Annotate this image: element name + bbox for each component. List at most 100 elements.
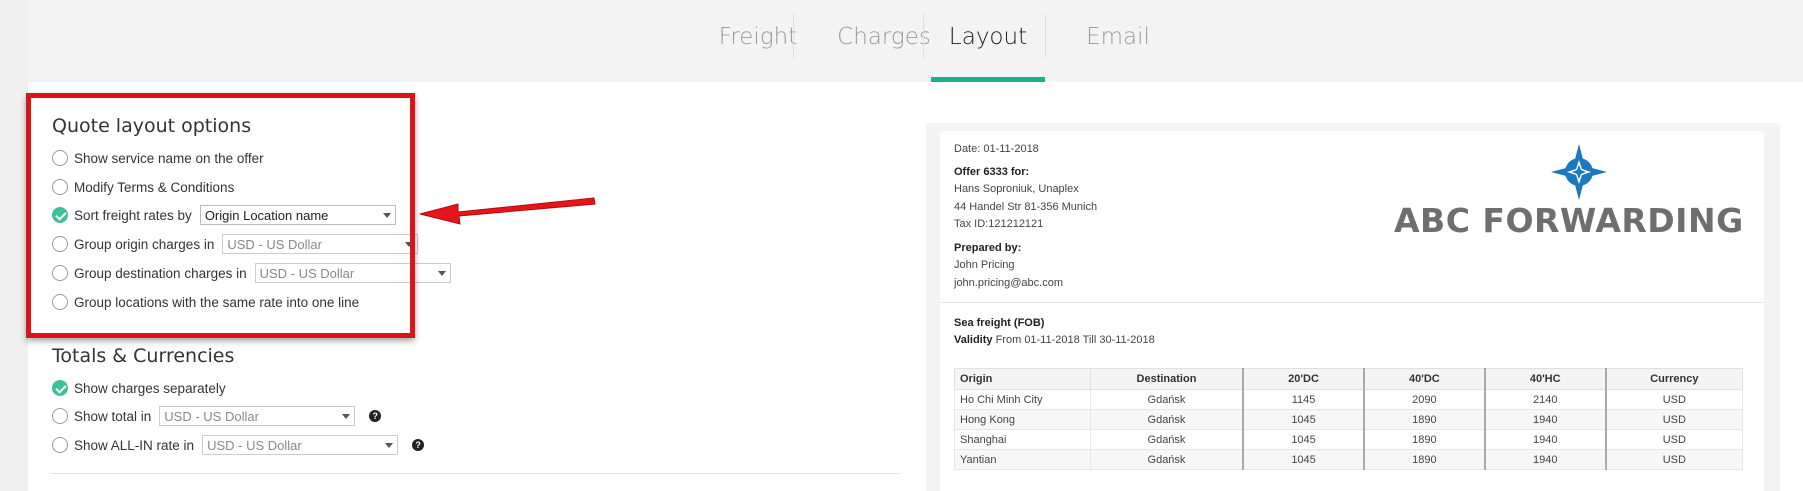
option-label: Show service name on the offer <box>74 150 264 166</box>
tab-divider <box>1045 14 1046 58</box>
freight-heading: Sea freight (FOB) <box>954 317 1045 329</box>
chevron-down-icon <box>437 270 446 276</box>
option-sort-freight-rates[interactable]: Sort freight rates by Origin Location na… <box>52 204 396 226</box>
tab-divider <box>793 14 794 58</box>
table-cell: 2090 <box>1362 389 1486 410</box>
help-icon[interactable]: ? <box>369 410 382 422</box>
table-cell: 1940 <box>1483 449 1607 470</box>
table-cell: USD <box>1605 429 1743 450</box>
destination-currency-select[interactable]: USD - US Dollar <box>254 263 451 283</box>
prepared-heading: Prepared by: <box>954 242 1022 254</box>
prepared-name: John Pricing <box>954 259 1015 271</box>
table-cell: 1940 <box>1483 429 1607 450</box>
radio-icon[interactable] <box>52 150 68 166</box>
validity-label: Validity <box>954 334 993 346</box>
compass-logo-icon <box>1551 144 1607 200</box>
table-cell: Shanghai <box>954 429 1091 450</box>
table-row: Ho Chi Minh City Gdańsk 1145 2090 2140 U… <box>954 389 1743 410</box>
option-show-service-name[interactable]: Show service name on the offer <box>52 147 264 169</box>
table-header-row: Origin Destination 20'DC 40'DC 40'HC Cur… <box>954 368 1743 390</box>
checked-radio-icon[interactable] <box>52 380 68 396</box>
all-in-currency-select[interactable]: USD - US Dollar <box>202 435 399 455</box>
quote-date: Date: 01-11-2018 <box>954 143 1039 155</box>
option-show-total[interactable]: Show total in USD - US Dollar ? <box>52 405 382 427</box>
column-header: Origin <box>954 368 1091 390</box>
select-value: USD - US Dollar <box>227 236 322 252</box>
option-modify-terms[interactable]: Modify Terms & Conditions <box>52 176 234 198</box>
validity-dates: From 01-11-2018 Till 30-11-2018 <box>995 334 1155 346</box>
chevron-down-icon <box>405 241 414 247</box>
table-cell: USD <box>1605 449 1743 470</box>
rates-table: Origin Destination 20'DC 40'DC 40'HC Cur… <box>954 368 1743 470</box>
logo-text: ABC FORWARDING <box>1394 201 1744 240</box>
radio-icon[interactable] <box>52 236 68 252</box>
radio-icon[interactable] <box>52 265 68 281</box>
red-arrow-icon <box>419 197 596 225</box>
table-cell: 1145 <box>1242 389 1365 410</box>
column-header: 40'HC <box>1483 368 1607 390</box>
option-show-all-in-rate[interactable]: Show ALL-IN rate in USD - US Dollar ? <box>52 434 425 456</box>
table-row: Hong Kong Gdańsk 1045 1890 1940 USD <box>954 409 1743 430</box>
offer-heading: Offer 6333 for: <box>954 166 1030 178</box>
option-label: Show ALL-IN rate in <box>74 437 195 453</box>
table-cell: USD <box>1605 409 1743 430</box>
radio-icon[interactable] <box>52 437 68 453</box>
totals-currencies-title: Totals & Currencies <box>52 345 235 367</box>
divider <box>940 302 1764 303</box>
tab-email[interactable]: Email <box>1058 0 1178 82</box>
tab-layout[interactable]: Layout <box>931 0 1045 82</box>
total-currency-select[interactable]: USD - US Dollar <box>159 406 356 426</box>
column-header: Currency <box>1605 368 1743 390</box>
column-header: Destination <box>1089 368 1244 390</box>
table-cell: 1890 <box>1362 449 1486 470</box>
chevron-down-icon <box>382 212 391 218</box>
table-cell: Gdańsk <box>1089 389 1244 410</box>
radio-icon[interactable] <box>52 408 68 424</box>
client-address: 44 Handel Str 81-356 Munich <box>954 201 1098 213</box>
select-value: USD - US Dollar <box>207 437 302 453</box>
chevron-down-icon <box>385 442 394 448</box>
option-label: Group locations with the same rate into … <box>74 294 360 310</box>
chevron-down-icon <box>342 413 351 419</box>
checked-radio-icon[interactable] <box>52 207 68 223</box>
select-value: USD - US Dollar <box>259 265 355 281</box>
column-header: 40'DC <box>1362 368 1486 390</box>
option-group-locations[interactable]: Group locations with the same rate into … <box>52 291 359 313</box>
validity: Validity From 01-11-2018 Till 30-11-2018 <box>954 334 1155 346</box>
option-show-charges-separately[interactable]: Show charges separately <box>52 377 226 399</box>
origin-currency-select[interactable]: USD - US Dollar <box>222 234 419 254</box>
column-header: 20'DC <box>1242 368 1365 390</box>
option-group-destination-charges[interactable]: Group destination charges in USD - US Do… <box>52 262 451 284</box>
active-tab-indicator <box>931 77 1045 82</box>
table-cell: Gdańsk <box>1089 429 1244 450</box>
table-cell: Gdańsk <box>1089 449 1244 470</box>
table-row: Shanghai Gdańsk 1045 1890 1940 USD <box>954 429 1743 450</box>
option-label: Group origin charges in <box>74 236 215 252</box>
client-name: Hans Soproniuk, Unaplex <box>954 183 1079 195</box>
table-cell: Yantian <box>954 449 1091 470</box>
quote-layout-title: Quote layout options <box>52 115 252 137</box>
option-label: Modify Terms & Conditions <box>74 179 235 195</box>
radio-icon[interactable] <box>52 294 68 310</box>
help-icon[interactable]: ? <box>412 439 425 451</box>
select-value: Origin Location name <box>204 207 329 223</box>
option-label: Group destination charges in <box>74 265 247 281</box>
table-cell: Gdańsk <box>1089 409 1244 430</box>
option-group-origin-charges[interactable]: Group origin charges in USD - US Dollar <box>52 233 419 255</box>
table-row: Yantian Gdańsk 1045 1890 1940 USD <box>954 449 1743 470</box>
table-cell: 2140 <box>1483 389 1607 410</box>
tax-id: Tax ID:121212121 <box>954 218 1044 230</box>
table-cell: 1045 <box>1242 429 1365 450</box>
page: Freight Charges Layout Email Quote layou… <box>26 0 1803 491</box>
table-cell: 1940 <box>1483 409 1607 430</box>
option-label: Sort freight rates by <box>74 207 192 223</box>
radio-icon[interactable] <box>52 179 68 195</box>
table-cell: 1045 <box>1242 409 1365 430</box>
divider <box>50 473 900 474</box>
select-value: USD - US Dollar <box>164 408 259 424</box>
table-cell: Hong Kong <box>954 409 1091 430</box>
table-cell: 1890 <box>1362 429 1486 450</box>
tab-freight[interactable]: Freight <box>688 0 828 82</box>
sort-by-select[interactable]: Origin Location name <box>199 205 396 225</box>
quote-preview: Date: 01-11-2018 Offer 6333 for: Hans So… <box>940 131 1764 491</box>
